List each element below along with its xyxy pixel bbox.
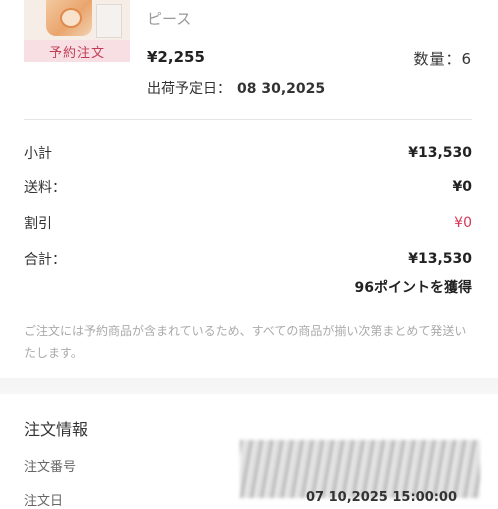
product-price: ¥2,255	[147, 48, 205, 66]
shipping-fee-row: 送料： ¥0	[24, 176, 472, 198]
preorder-badge: 予約注文	[24, 40, 130, 62]
product-name[interactable]: ピース	[147, 8, 191, 29]
shipping-note: ご注文には予約商品が含まれているため、すべての商品が揃い次第まとめて発送いたしま…	[24, 324, 467, 360]
product-package-image	[96, 4, 122, 38]
discount-row: 割引 ¥0	[24, 212, 472, 234]
discount-value: ¥0	[454, 215, 472, 231]
total-value: ¥13,530	[408, 251, 472, 267]
product-image	[46, 0, 92, 36]
shipping-fee-label: 送料：	[24, 180, 66, 196]
section-separator	[0, 378, 498, 394]
order-info-title: 注文情報	[24, 420, 89, 439]
divider	[24, 119, 472, 120]
product-quantity: 数量：6	[413, 50, 472, 68]
total-row: 合計： ¥13,530	[24, 248, 472, 270]
shipping-fee-value: ¥0	[452, 179, 472, 195]
shipping-date-value: 08 30,2025	[237, 81, 326, 97]
shipping-date-label: 出荷予定日：	[147, 81, 231, 97]
total-label: 合計：	[24, 252, 66, 268]
discount-label: 割引	[24, 216, 52, 232]
shipping-date-line: 出荷予定日： 08 30,2025	[147, 78, 325, 98]
subtotal-row: 小計 ¥13,530	[24, 142, 472, 164]
product-thumbnail[interactable]: 予約注文	[24, 0, 130, 62]
order-number-label: 注文番号	[24, 460, 77, 475]
subtotal-label: 小計	[24, 146, 52, 162]
subtotal-value: ¥13,530	[408, 145, 472, 161]
order-date-label: 注文日	[24, 494, 64, 509]
points-earned: 96ポイントを獲得	[354, 280, 472, 296]
